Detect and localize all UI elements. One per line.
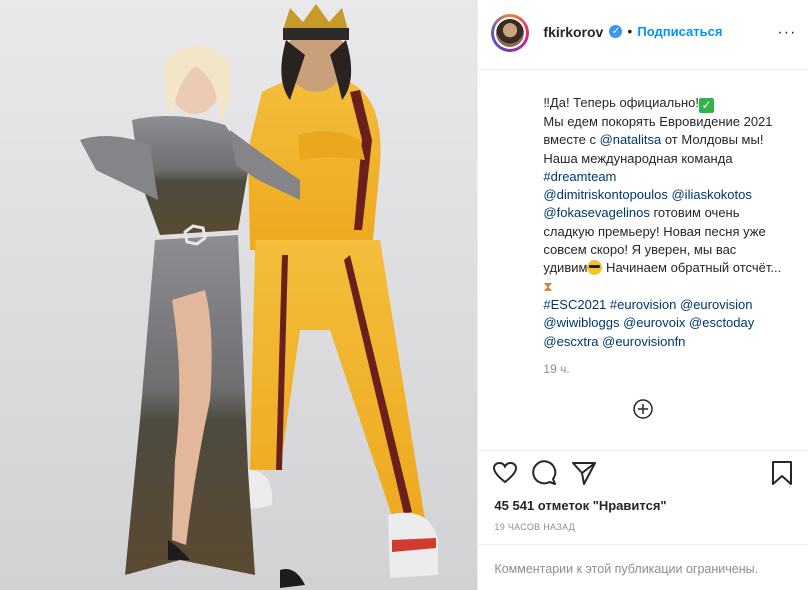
author-username[interactable]: fkirkorov bbox=[543, 24, 603, 40]
action-bar bbox=[478, 460, 808, 490]
post-caption: ‼Да! Теперь официально! ✓ Мы едем покорят… bbox=[543, 94, 783, 351]
divider bbox=[478, 450, 808, 451]
hourglass-emoji-icon: ⧗ bbox=[543, 278, 553, 294]
posted-time[interactable]: 19 ЧАСОВ НАЗАД bbox=[494, 522, 575, 532]
comment-icon[interactable] bbox=[531, 460, 557, 486]
plus-circle-icon[interactable] bbox=[633, 399, 654, 419]
hashtag-link[interactable]: #dreamteam bbox=[543, 169, 616, 184]
comments-restricted-notice: Комментарии к этой публикации ограничены… bbox=[494, 562, 759, 576]
paper-plane-icon[interactable] bbox=[571, 460, 597, 486]
caption-text: Начинаем обратный отсчёт... bbox=[602, 260, 782, 276]
avatar-ring-gap bbox=[494, 17, 527, 49]
check-mark-emoji-icon: ✓ bbox=[699, 98, 714, 113]
likes-count[interactable]: 45 541 отметок "Нравится" bbox=[494, 498, 666, 513]
mention-link[interactable]: @natalitsa bbox=[600, 132, 662, 147]
heart-icon[interactable] bbox=[492, 460, 518, 486]
caption-time[interactable]: 19 ч. bbox=[543, 362, 569, 376]
photo-illustration bbox=[80, 4, 438, 588]
more-options-icon[interactable]: ··· bbox=[777, 24, 796, 42]
bookmark-icon[interactable] bbox=[769, 460, 795, 486]
post-sidebar: fkirkorov ✓ • Подписаться ··· ‼Да! Тепер… bbox=[477, 0, 808, 590]
avatar-image bbox=[496, 19, 525, 47]
author-avatar[interactable] bbox=[491, 14, 530, 52]
verified-badge-icon: ✓ bbox=[609, 25, 623, 38]
hashtag-links[interactable]: #ESC2021 #eurovision @eurovision @wiwibl… bbox=[543, 297, 757, 349]
instagram-post: fkirkorov ✓ • Подписаться ··· ‼Да! Тепер… bbox=[0, 0, 808, 590]
post-header: fkirkorov ✓ • Подписаться ··· bbox=[478, 0, 808, 70]
separator-dot: • bbox=[627, 23, 633, 39]
sunglasses-emoji-icon bbox=[587, 260, 603, 276]
follow-button[interactable]: Подписаться bbox=[637, 24, 722, 39]
caption-text: ‼Да! Теперь официально! bbox=[543, 95, 699, 110]
post-photo[interactable] bbox=[0, 0, 478, 590]
divider bbox=[478, 544, 808, 545]
